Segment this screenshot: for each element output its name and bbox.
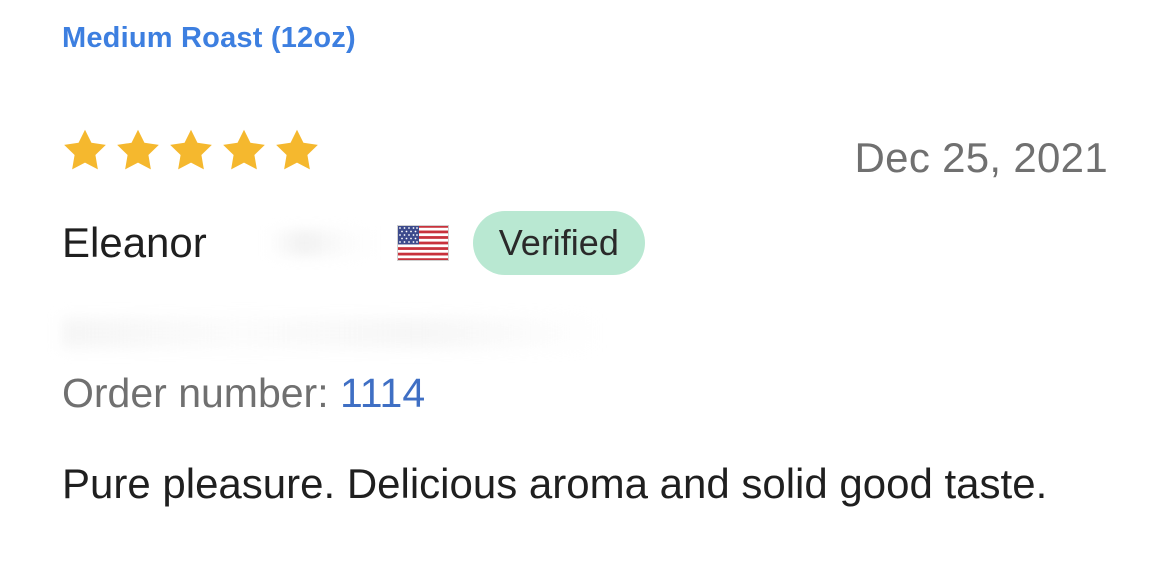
star-icon [117, 129, 159, 170]
author-name: Eleanor [62, 219, 207, 266]
order-number-value[interactable]: 1114 [340, 370, 425, 416]
product-variant-link[interactable]: Medium Roast (12oz) [62, 22, 356, 55]
star-icon [223, 129, 265, 170]
redacted-line [62, 318, 602, 348]
order-number-row: Order number: 1114 [62, 370, 425, 417]
star-rating [60, 126, 322, 176]
us-flag-icon [396, 225, 449, 261]
star-icon [170, 129, 212, 170]
verified-badge: Verified [472, 211, 645, 275]
star-icon [64, 129, 106, 170]
redacted-surname [266, 230, 377, 256]
author-row: Eleanor Verified [62, 210, 645, 276]
review-text: Pure pleasure. Delicious aroma and solid… [62, 460, 1048, 507]
review-date: Dec 25, 2021 [854, 134, 1108, 181]
star-icon [276, 129, 318, 170]
order-number-label: Order number: [62, 370, 340, 416]
